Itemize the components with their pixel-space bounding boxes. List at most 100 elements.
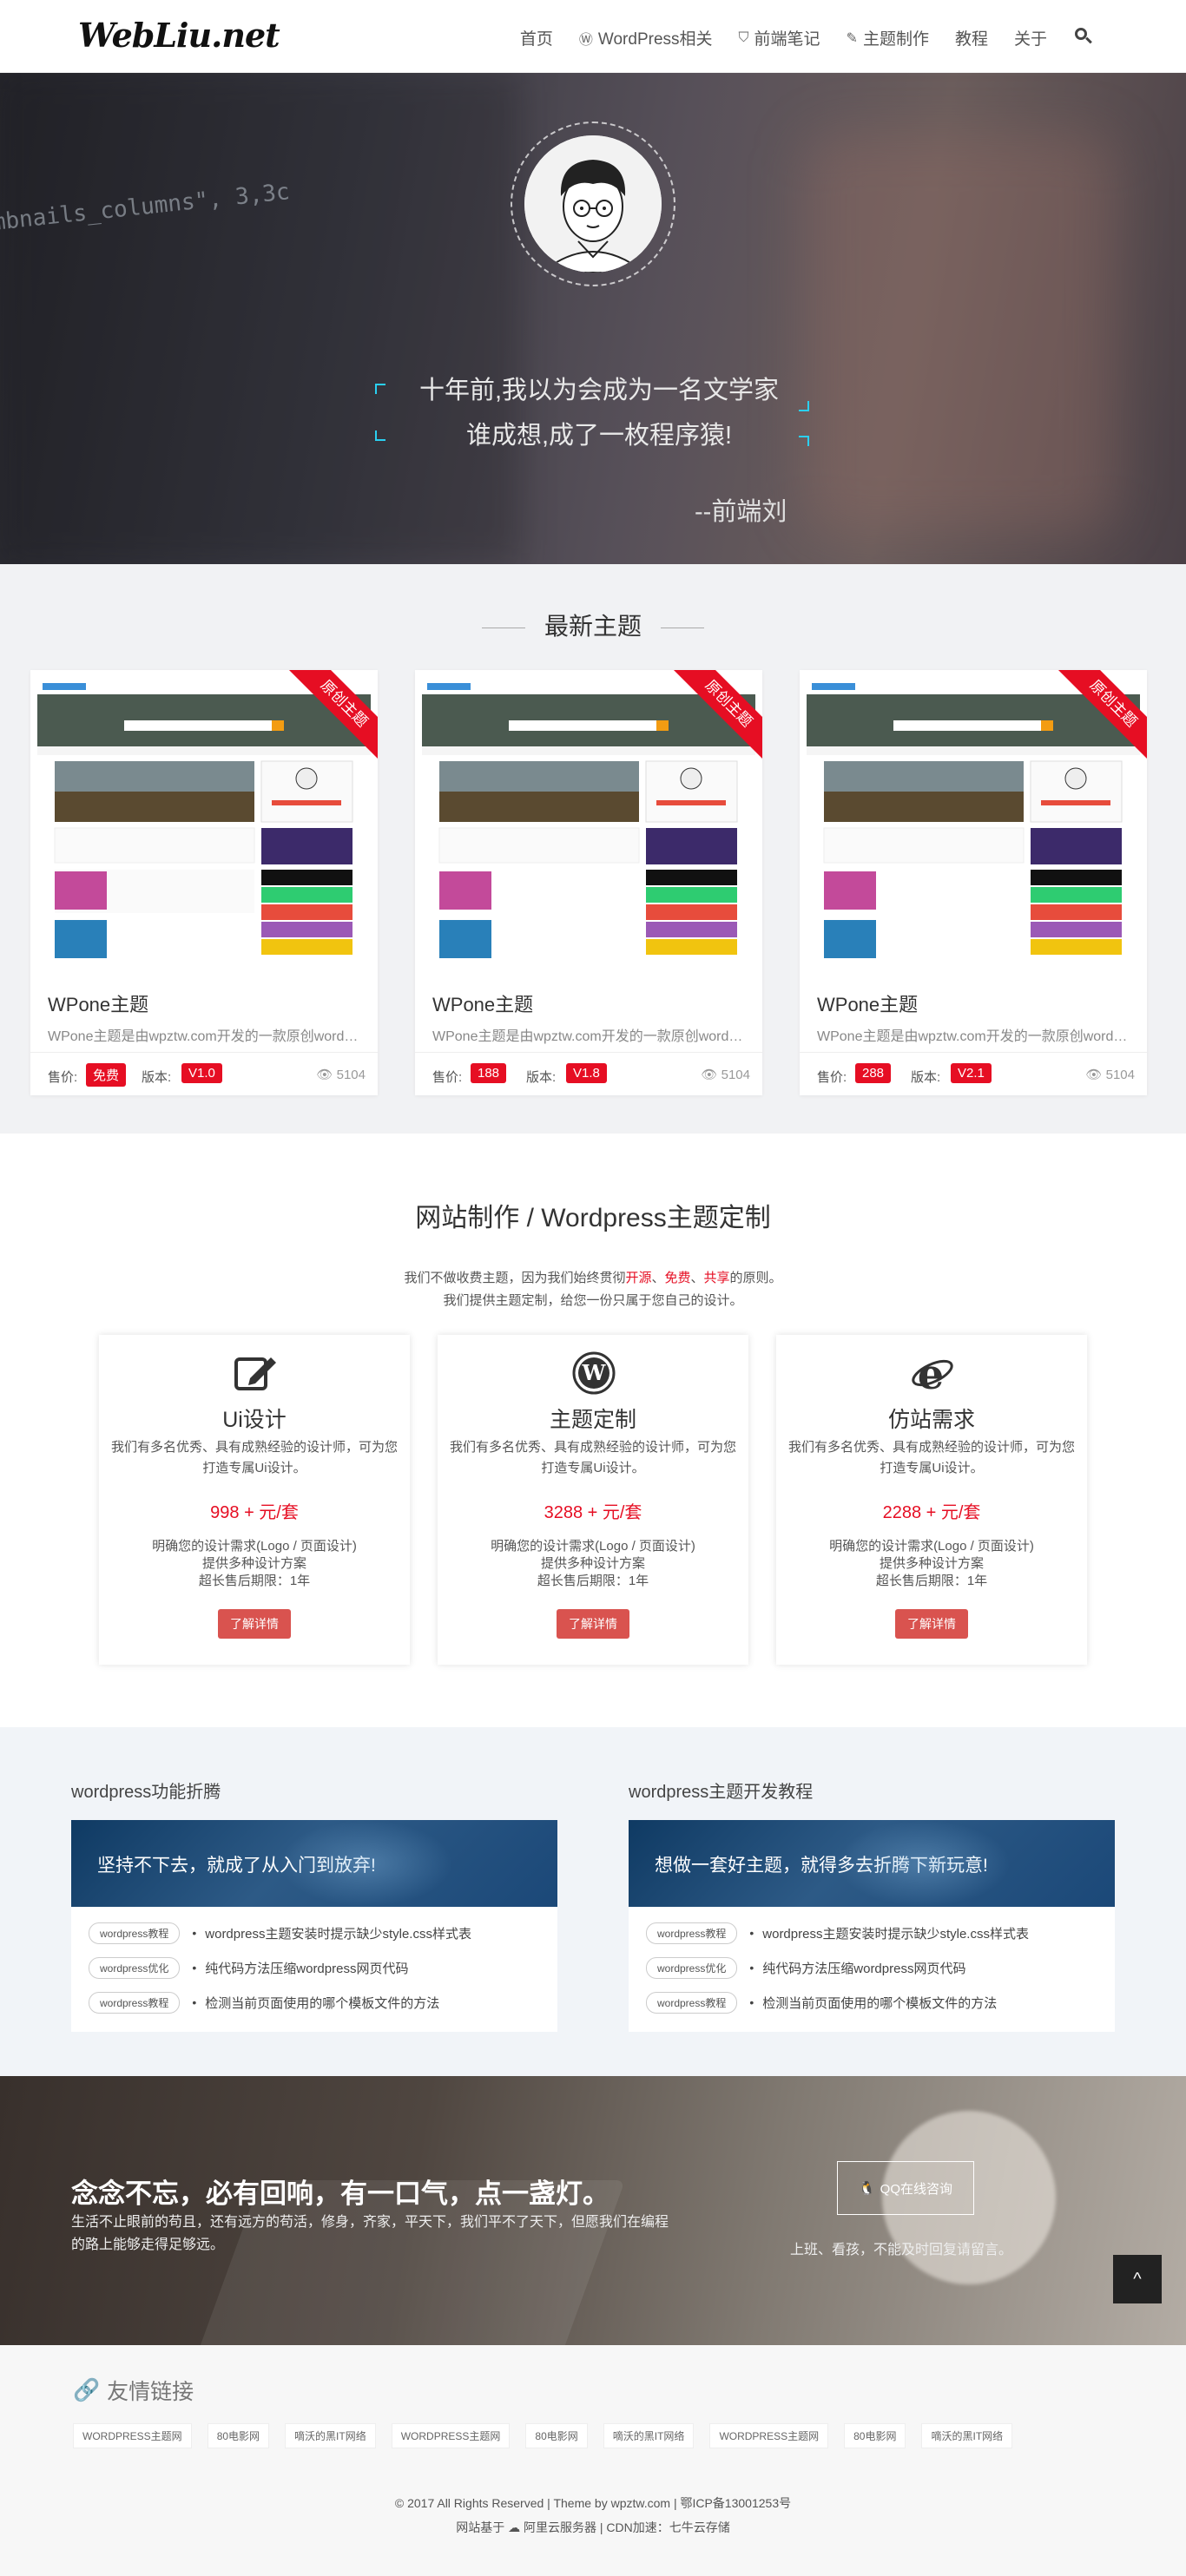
article-link[interactable]: 检测当前页面使用的哪个模板文件的方法 [762,1994,997,2012]
list-item[interactable]: wordpress教程 • 检测当前页面使用的哪个模板文件的方法 [646,1985,1097,2020]
back-to-top-button[interactable]: ^ [1113,2255,1162,2303]
views-count: 👁 5104 [1085,1068,1135,1082]
nav-frontend[interactable]: ⛉ 前端笔记 [739,26,820,49]
price-label: 售价: [817,1070,847,1085]
theme-card[interactable]: 原创主题 WPone主题 WPone主题是由wpztw.com开发的一款原创wo… [30,670,378,1095]
theme-thumbnail[interactable] [807,679,1140,969]
price-label: 售价: [432,1070,463,1085]
theme-thumbnail[interactable] [422,679,755,969]
theme-screenshot-icon [807,679,1140,969]
tutorials-section: wordpress功能折腾 坚持不下去，就成了从入门到放弃! wordpress… [0,1727,1186,2076]
services-section: 网站制作 / Wordpress主题定制 我们不做收费主题，因为我们始终贯彻开源… [0,1134,1186,1727]
friend-link[interactable]: 嘀沃的黑IT网络 [603,2423,695,2448]
category-tag[interactable]: wordpress教程 [646,1991,738,2014]
services-subtitle: 我们不做收费主题，因为我们始终贯彻开源、免费、共享的原则。 我们提供主题定制，给… [404,1271,782,1308]
card-title[interactable]: WPone主题 [817,989,918,1017]
service-desc: 我们有多名优秀、具有成熟经验的设计师，可为您打造专属Ui设计。 [449,1440,736,1475]
nav-about[interactable]: 关于 [1014,26,1047,49]
card-title[interactable]: WPone主题 [48,989,148,1017]
service-card-clone: e 仿站需求 我们有多名优秀、具有成熟经验的设计师，可为您打造专属Ui设计。 2… [776,1335,1087,1665]
cartoon-avatar-icon [524,135,662,273]
category-tag[interactable]: wordpress教程 [89,1922,181,1944]
list-item[interactable]: wordpress优化 • 纯代码方法压缩wordpress网页代码 [646,1950,1097,1985]
nav-label: 关于 [1013,30,1047,49]
latest-themes-section: 最新主题 原创主题 WPone主题 WPone主题是由wpztw.com开发的一… [0,564,1186,1134]
list-item[interactable]: wordpress教程 • wordpress主题安装时提示缺少style.css样… [646,1916,1097,1950]
version-badge: V2.1 [951,1063,992,1083]
panel-heading[interactable]: wordpress主题开发教程 [629,1778,1115,1803]
version-badge: V1.0 [181,1063,222,1083]
panel-heading[interactable]: wordpress功能折腾 [71,1778,557,1803]
links-row: WORDPRESS主题网 80电影网 嘀沃的黑IT网络 WORDPRESS主题网… [73,2423,1013,2448]
panel-banner: 坚持不下去，就成了从入门到放弃! [71,1820,557,1907]
card-title[interactable]: WPone主题 [432,989,533,1017]
service-desc: 我们有多名优秀、具有成熟经验的设计师，可为您打造专属Ui设计。 [787,1440,1075,1475]
theme-card[interactable]: 原创主题 WPone主题 WPone主题是由wpztw.com开发的一款原创wo… [415,670,762,1095]
theme-thumbnail[interactable] [37,679,371,969]
category-tag[interactable]: wordpress优化 [89,1956,181,1979]
service-price: 2288 + 元/套 [882,1503,981,1522]
service-desc: 我们有多名优秀、具有成熟经验的设计师，可为您打造专属Ui设计。 [110,1440,398,1475]
friend-link[interactable]: 嘀沃的黑IT网络 [285,2423,376,2448]
learn-more-button[interactable]: 了解详情 [895,1609,968,1639]
qq-consult-button[interactable]: 🐧 QQ在线咨询 [837,2161,974,2215]
friend-link[interactable]: WORDPRESS主题网 [391,2423,511,2448]
copyright-text: © 2017 All Rights Reserved | Theme by wp… [394,2496,792,2510]
card-desc: WPone主题是由wpztw.com开发的一款原创wordpress... [432,1029,745,1044]
nav-label: 首页 [519,30,553,49]
wordpress-icon: W [572,1351,616,1395]
service-card-theme: W 主题定制 我们有多名优秀、具有成熟经验的设计师，可为您打造专属Ui设计。 3… [438,1335,748,1665]
quote-author: --前端刘 [695,498,787,526]
nav-label: WordPress相关 [597,30,713,49]
article-link[interactable]: 纯代码方法压缩wordpress网页代码 [762,1959,965,1977]
cta-title: 念念不忘，必有回响，有一口气，点一盏灯。 [71,2178,609,2209]
category-tag[interactable]: wordpress教程 [89,1991,181,2014]
friend-link[interactable]: 80电影网 [207,2423,270,2448]
version-label: 版本: [911,1070,941,1085]
html5-icon: ⛉ [738,30,749,45]
list-item[interactable]: wordpress教程 • wordpress主题安装时提示缺少style.css样… [89,1916,540,1950]
article-link[interactable]: 纯代码方法压缩wordpress网页代码 [205,1959,408,1977]
list-item[interactable]: wordpress教程 • 检测当前页面使用的哪个模板文件的方法 [89,1985,540,2020]
learn-more-button[interactable]: 了解详情 [557,1609,629,1639]
wordpress-icon: Ⓦ [578,32,593,48]
avatar-ring [511,122,675,286]
search-icon[interactable] [1071,24,1096,49]
card-desc: WPone主题是由wpztw.com开发的一款原创wordpress... [817,1029,1130,1044]
nav-wordpress[interactable]: Ⓦ WordPress相关 [579,26,713,49]
eye-icon: 👁 [1085,1068,1106,1082]
price-badge: 188 [471,1063,507,1083]
theme-cards: 原创主题 WPone主题 WPone主题是由wpztw.com开发的一款原创wo… [30,670,1147,1095]
tutorial-panel-features: wordpress功能折腾 坚持不下去，就成了从入门到放弃! wordpress… [71,1778,557,2032]
hero-banner: mbnails_columns", 3,3c 十年前,我以为会成为一名文学家 谁… [0,73,1186,564]
friend-link[interactable]: 80电影网 [844,2423,906,2448]
price-label: 售价: [48,1070,78,1085]
links-title: 🔗 友情链接 [73,2377,194,2405]
nav-theme[interactable]: ✎ 主题制作 [847,26,929,49]
theme-card[interactable]: 原创主题 WPone主题 WPone主题是由wpztw.com开发的一款原创wo… [800,670,1147,1095]
friend-link[interactable]: 80电影网 [525,2423,588,2448]
category-tag[interactable]: wordpress优化 [646,1956,738,1979]
learn-more-button[interactable]: 了解详情 [218,1609,291,1639]
version-label: 版本: [142,1070,172,1085]
service-features: 明确您的设计需求(Logo / 页面设计) 提供多种设计方案 超长售后期限：1年 [491,1539,695,1588]
hero-quote: 十年前,我以为会成为一名文学家 谁成想,成了一枚程序猿! [373,368,825,458]
views-count: 👁 5104 [316,1068,366,1082]
panel-banner: 想做一套好主题，就得多去折腾下新玩意! [629,1820,1115,1907]
brush-icon: ✎ [846,30,858,46]
theme-screenshot-icon [422,679,755,969]
list-item[interactable]: wordpress优化 • 纯代码方法压缩wordpress网页代码 [89,1950,540,1985]
service-title: 主题定制 [549,1408,636,1432]
nav-tutorial[interactable]: 教程 [955,26,988,49]
version-label: 版本: [526,1070,557,1085]
friend-link[interactable]: WORDPRESS主题网 [709,2423,829,2448]
nav-home[interactable]: 首页 [520,26,553,49]
article-link[interactable]: wordpress主题安装时提示缺少style.css样式表 [205,1924,471,1942]
site-logo[interactable]: WebLiu.net [78,16,280,55]
friend-link[interactable]: 嘀沃的黑IT网络 [921,2423,1013,2448]
category-tag[interactable]: wordpress教程 [646,1922,738,1944]
service-price: 3288 + 元/套 [544,1503,642,1522]
article-link[interactable]: 检测当前页面使用的哪个模板文件的方法 [205,1994,439,2012]
friend-link[interactable]: WORDPRESS主题网 [73,2423,192,2448]
article-link[interactable]: wordpress主题安装时提示缺少style.css样式表 [762,1924,1029,1942]
